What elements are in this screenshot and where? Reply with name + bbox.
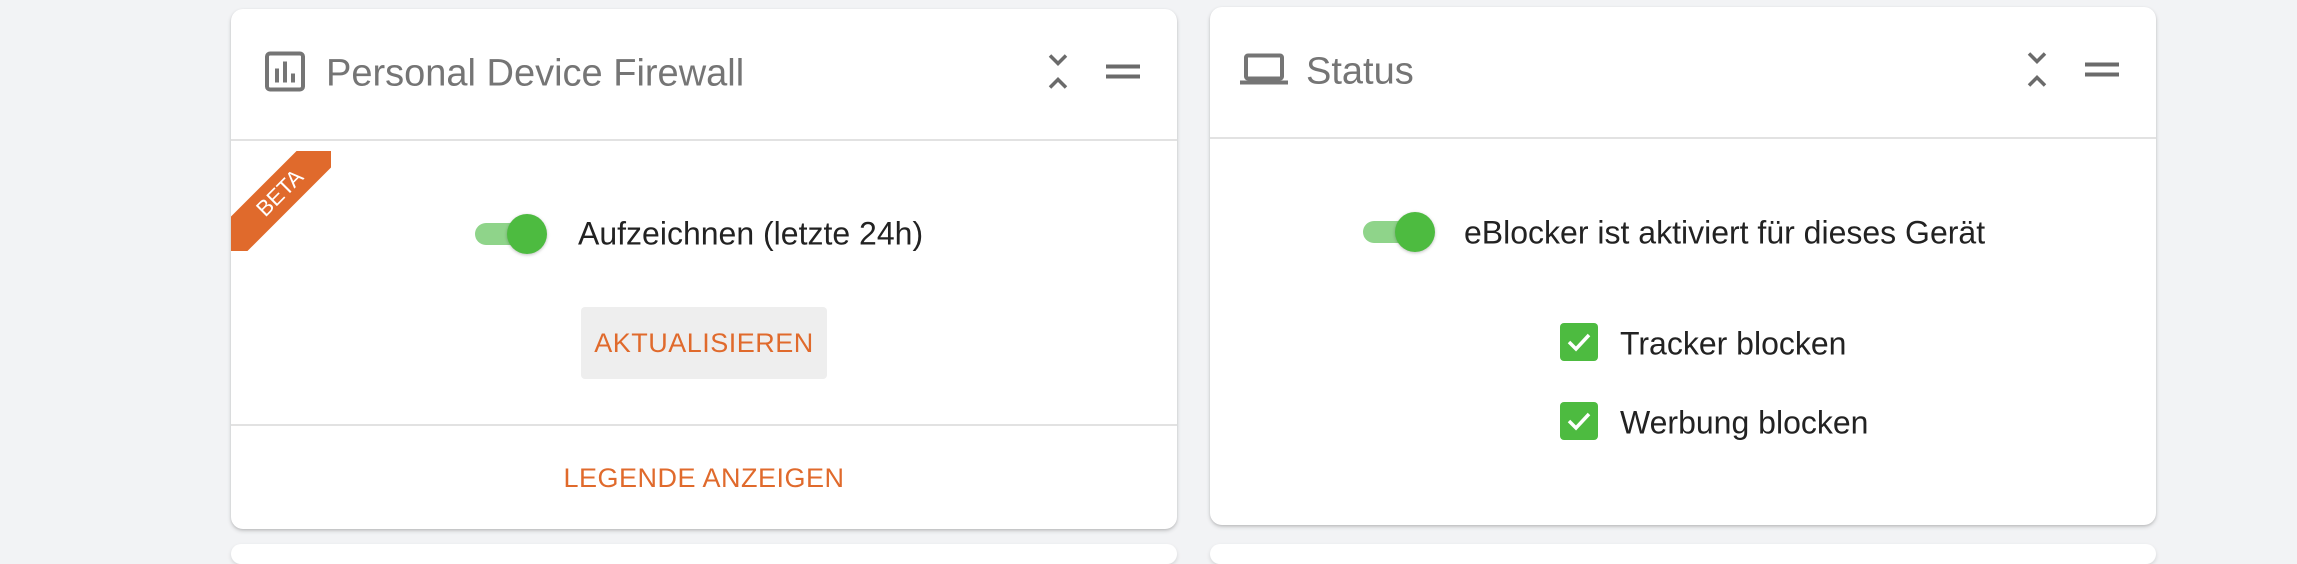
card-title: Personal Device Firewall	[326, 52, 745, 95]
ad-block-label: Werbung blocken	[1620, 404, 1869, 441]
show-legend-button[interactable]: LEGENDE ANZEIGEN	[231, 463, 1177, 494]
unfold-less-icon	[1048, 54, 1068, 89]
ad-block-checkbox[interactable]	[1560, 402, 1598, 440]
toggle-knob	[1395, 212, 1435, 252]
status-card: Status eBlocker ist aktiviert für dieses…	[1210, 7, 2156, 525]
drag-handle-icon	[1106, 64, 1140, 79]
active-toggle[interactable]	[1363, 212, 1435, 252]
tracker-block-label: Tracker blocken	[1620, 325, 1847, 362]
drag-handle-button[interactable]	[2085, 60, 2119, 85]
firewall-card-header: Personal Device Firewall	[231, 9, 1177, 141]
bar-chart-icon	[265, 51, 305, 97]
firewall-card: Personal Device Firewall BETA Aufzeichne…	[231, 9, 1177, 529]
toggle-knob	[507, 214, 547, 254]
laptop-icon	[1240, 53, 1288, 91]
record-toggle[interactable]	[475, 214, 547, 254]
record-toggle-label: Aufzeichnen (letzte 24h)	[578, 215, 924, 252]
drag-handle-button[interactable]	[1106, 62, 1140, 87]
card-footer-divider	[231, 424, 1177, 426]
unfold-less-icon	[2027, 52, 2047, 87]
active-toggle-label: eBlocker ist aktiviert für dieses Gerät	[1464, 214, 1986, 251]
collapse-button[interactable]	[2022, 50, 2052, 95]
card-title: Status	[1306, 50, 1414, 93]
tracker-block-checkbox[interactable]	[1560, 323, 1598, 361]
next-card-left	[231, 544, 1177, 564]
status-card-header: Status	[1210, 7, 2156, 139]
checkmark-icon	[1567, 333, 1591, 352]
beta-ribbon-label: BETA	[231, 151, 331, 251]
refresh-button[interactable]: AKTUALISIEREN	[581, 307, 827, 379]
beta-ribbon: BETA	[231, 151, 331, 251]
drag-handle-icon	[2085, 62, 2119, 77]
checkmark-icon	[1567, 412, 1591, 431]
next-card-right	[1210, 544, 2156, 564]
collapse-button[interactable]	[1043, 52, 1073, 97]
